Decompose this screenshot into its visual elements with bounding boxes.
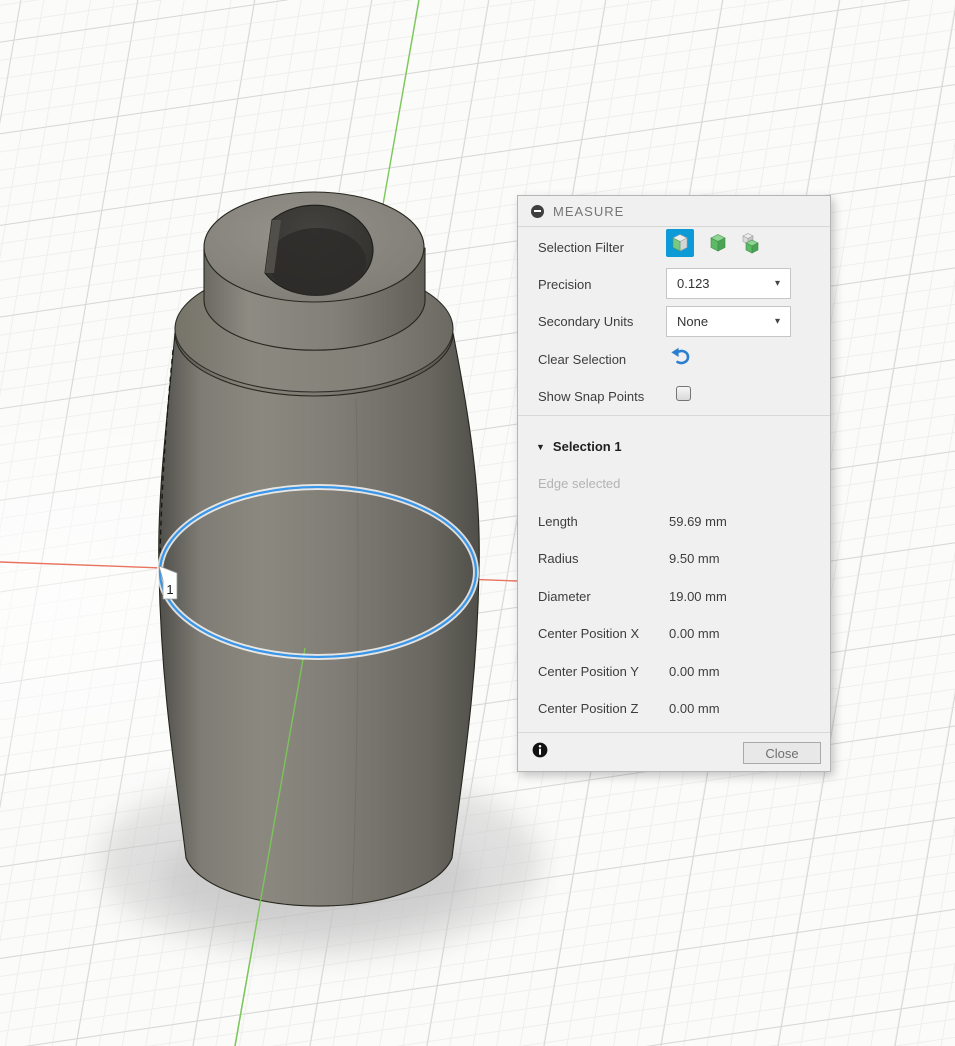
measure-row-label: Length (538, 514, 578, 529)
measure-row-label: Center Position Z (538, 701, 639, 716)
selection-tag-label: 1 (166, 582, 173, 597)
collapse-icon[interactable] (531, 204, 544, 218)
measure-row-value: 59.69 mm (669, 514, 727, 529)
chevron-down-icon: ▾ (774, 316, 780, 327)
precision-select[interactable]: 0.123 ▾ (666, 268, 791, 299)
secondary-units-value: None (677, 314, 709, 329)
face-body-filter-icon (672, 234, 688, 252)
selection-1-title: Selection 1 (552, 439, 622, 454)
precision-label: Precision (538, 277, 592, 292)
component-filter-icon (742, 233, 759, 254)
measure-row-label: Radius (538, 551, 579, 566)
close-button[interactable]: Close (743, 742, 821, 764)
face-body-filter-button[interactable] (666, 229, 694, 257)
measure-row-value: 0.00 mm (669, 664, 720, 679)
dialog-header: MEASURE (518, 196, 830, 227)
measure-row-value: 9.50 mm (669, 551, 720, 566)
show-snap-points-checkbox[interactable] (676, 386, 691, 401)
undo-icon[interactable] (670, 346, 692, 368)
model-body[interactable] (158, 191, 480, 907)
secondary-units-select[interactable]: None ▾ (666, 306, 791, 337)
secondary-units-label: Secondary Units (538, 314, 634, 329)
measure-dialog: MEASURE Selection Filter Precision 0.123… (517, 195, 831, 772)
measure-row-value: 0.00 mm (669, 626, 720, 641)
measure-row-value: 0.00 mm (669, 701, 720, 716)
triangle-down-icon: ▼ (536, 441, 545, 452)
measure-row-label: Center Position X (538, 626, 640, 641)
footer-divider (518, 732, 830, 733)
precision-value: 0.123 (677, 276, 710, 291)
selection-1-header[interactable]: ▼ Selection 1 (536, 439, 622, 454)
component-filter-button[interactable] (736, 229, 764, 257)
measure-row-value: 19.00 mm (669, 589, 727, 604)
selection-status: Edge selected (538, 476, 621, 491)
info-icon[interactable] (532, 742, 548, 758)
selection-filter-label: Selection Filter (538, 240, 624, 255)
show-snap-points-label: Show Snap Points (538, 389, 645, 404)
body-filter-icon (710, 234, 726, 252)
barrel-surface[interactable] (158, 332, 480, 907)
chevron-down-icon: ▾ (774, 278, 780, 289)
body-filter-button[interactable] (704, 229, 732, 257)
dialog-title: MEASURE (553, 203, 625, 219)
section-divider (518, 415, 830, 416)
measure-row-label: Center Position Y (538, 664, 639, 679)
clear-selection-label: Clear Selection (538, 352, 627, 367)
measure-row-label: Diameter (538, 589, 591, 604)
